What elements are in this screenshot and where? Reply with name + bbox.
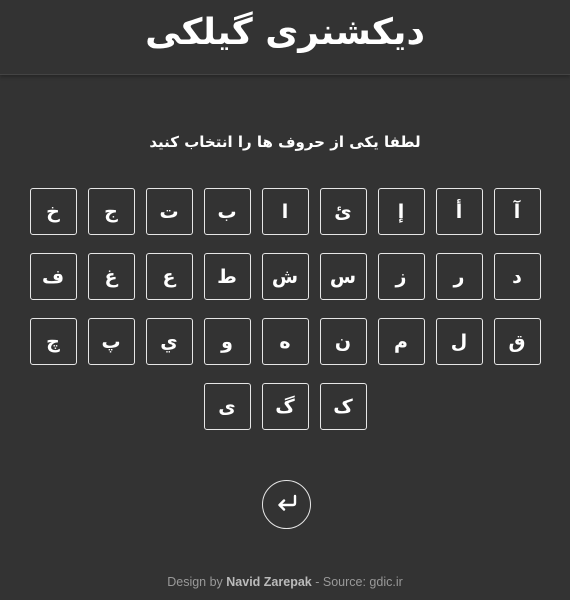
- keyboard-row-3: ق ل م ن ه و ي پ چ: [0, 318, 570, 369]
- letter-key[interactable]: پ: [87, 318, 135, 365]
- letter-key[interactable]: إ: [377, 188, 425, 235]
- letter-key[interactable]: خ: [29, 188, 77, 235]
- letter-key[interactable]: أ: [435, 188, 483, 235]
- letter-key[interactable]: د: [493, 253, 541, 300]
- author-name: Navid Zarepak: [226, 575, 312, 589]
- letter-key[interactable]: ي: [145, 318, 193, 365]
- instruction-text: لطفا یکی از حروف ها را انتخاب کنید: [149, 133, 421, 151]
- letter-key[interactable]: گ: [261, 383, 309, 430]
- letter-key[interactable]: ز: [377, 253, 425, 300]
- letter-key[interactable]: ا: [261, 188, 309, 235]
- keyboard-row-2: د ر ز س ش ط ع غ ف: [0, 253, 570, 304]
- letter-key[interactable]: ش: [261, 253, 309, 300]
- footer: Design by Navid Zarepak - Source: gdic.i…: [0, 575, 570, 589]
- letter-key[interactable]: ل: [435, 318, 483, 365]
- letter-key[interactable]: ع: [145, 253, 193, 300]
- return-arrow-icon: [275, 494, 299, 516]
- letter-key[interactable]: غ: [87, 253, 135, 300]
- header: دیکشنری گیلکی: [0, 0, 570, 75]
- letter-key[interactable]: چ: [29, 318, 77, 365]
- letter-key[interactable]: ئ: [319, 188, 367, 235]
- letter-key[interactable]: ن: [319, 318, 367, 365]
- page-title: دیکشنری گیلکی: [145, 12, 425, 53]
- letter-key[interactable]: ج: [87, 188, 135, 235]
- letter-key[interactable]: ک: [319, 383, 367, 430]
- letter-key[interactable]: ه: [261, 318, 309, 365]
- letter-key[interactable]: م: [377, 318, 425, 365]
- letter-key[interactable]: ر: [435, 253, 483, 300]
- letter-key[interactable]: و: [203, 318, 251, 365]
- letter-key[interactable]: ب: [203, 188, 251, 235]
- letter-key[interactable]: ی: [203, 383, 251, 430]
- footer-source: - Source: gdic.ir: [311, 575, 403, 589]
- letter-keyboard: آ أ إ ئ ا ب ت ج خ د ر ز س ش ط ع غ ف ق ل …: [0, 188, 570, 448]
- letter-key[interactable]: آ: [493, 188, 541, 235]
- letter-key[interactable]: ق: [493, 318, 541, 365]
- letter-key[interactable]: ف: [29, 253, 77, 300]
- letter-key[interactable]: س: [319, 253, 367, 300]
- keyboard-row-1: آ أ إ ئ ا ب ت ج خ: [0, 188, 570, 239]
- letter-key[interactable]: ت: [145, 188, 193, 235]
- footer-prefix: Design by: [167, 575, 227, 589]
- keyboard-row-4: ک گ ی: [0, 383, 570, 434]
- letter-key[interactable]: ط: [203, 253, 251, 300]
- back-button[interactable]: [262, 480, 311, 529]
